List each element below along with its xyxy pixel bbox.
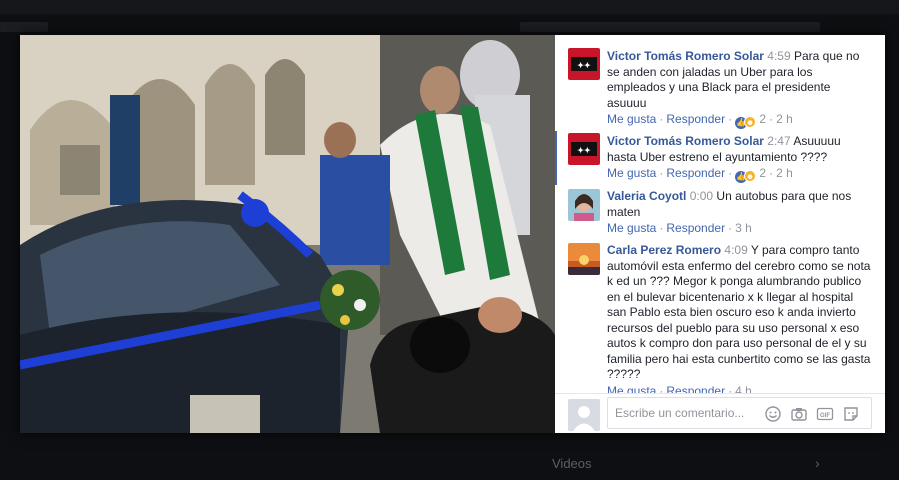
camera-icon[interactable]	[790, 405, 808, 423]
svg-text:GIF: GIF	[820, 413, 830, 419]
comment-author[interactable]: Valeria Coyotl	[607, 189, 686, 203]
like-link[interactable]: Me gusta	[607, 221, 656, 235]
photo-viewer-modal: ✦✦ Victor Tomás Romero Solar 4:59 Para q…	[20, 35, 885, 433]
haha-icon: ☻	[744, 170, 757, 182]
comment-author[interactable]: Carla Perez Romero	[607, 243, 721, 257]
default-avatar-icon	[568, 399, 600, 431]
avatar[interactable]: ✦✦	[568, 133, 600, 165]
comment-text: Y para compro tanto automóvil esta enfer…	[607, 243, 871, 381]
like-link[interactable]: Me gusta	[607, 166, 656, 180]
video-frame-image	[20, 35, 555, 433]
reactions-summary[interactable]: 👍☻ 2	[735, 166, 766, 183]
sticker-icon[interactable]	[842, 405, 860, 423]
comment-item: Carla Perez Romero 4:09 Y para compro ta…	[555, 241, 885, 398]
background-videos-label: Videos	[552, 456, 592, 471]
emoji-icon[interactable]	[764, 405, 782, 423]
haha-icon: ☻	[744, 116, 757, 128]
comment-composer: Escribe un comentario... GIF	[555, 393, 885, 433]
background-header-block	[0, 22, 48, 32]
comment-video-time[interactable]: 4:09	[724, 243, 747, 257]
comment-age[interactable]: 3 h	[735, 221, 752, 235]
avatar[interactable]	[568, 189, 600, 221]
comment-input[interactable]: Escribe un comentario... GIF	[607, 397, 872, 429]
avatar-image-icon: ✦✦	[568, 48, 600, 80]
gif-icon[interactable]: GIF	[816, 405, 834, 423]
avatar[interactable]	[568, 243, 600, 275]
comment-author[interactable]: Victor Tomás Romero Solar	[607, 49, 764, 63]
comment-age[interactable]: 2 h	[776, 112, 793, 126]
avatar[interactable]: ✦✦	[568, 48, 600, 80]
comment-video-time[interactable]: 0:00	[690, 189, 713, 203]
comments-panel: ✦✦ Victor Tomás Romero Solar 4:59 Para q…	[555, 35, 885, 433]
svg-text:✦✦: ✦✦	[577, 146, 591, 155]
chevron-right-icon: ›	[815, 455, 820, 471]
comment-age[interactable]: 2 h	[776, 166, 793, 180]
avatar-image-icon	[568, 243, 600, 275]
comment-item: ✦✦ Victor Tomás Romero Solar 4:59 Para q…	[555, 45, 885, 129]
comment-video-time[interactable]: 2:47	[767, 134, 790, 148]
reply-link[interactable]: Responder	[666, 221, 725, 235]
svg-text:✦✦: ✦✦	[577, 61, 591, 70]
reply-link[interactable]: Responder	[666, 112, 725, 126]
page-top-bar	[0, 0, 899, 14]
comment-item: Valeria Coyotl 0:00 Un autobus para que …	[555, 187, 885, 241]
like-link[interactable]: Me gusta	[607, 112, 656, 126]
avatar-image-icon: ✦✦	[568, 133, 600, 165]
reply-link[interactable]: Responder	[666, 166, 725, 180]
background-header-block	[520, 22, 820, 32]
video-player[interactable]	[20, 35, 555, 433]
comment-video-time[interactable]: 4:59	[767, 49, 790, 63]
comment-item: ✦✦ Victor Tomás Romero Solar 2:47 Asuuuu…	[555, 131, 885, 185]
avatar-image-icon	[568, 189, 600, 221]
avatar	[568, 399, 600, 431]
comment-author[interactable]: Victor Tomás Romero Solar	[607, 134, 764, 148]
reactions-summary[interactable]: 👍☻ 2	[735, 112, 766, 129]
comment-input-placeholder: Escribe un comentario...	[615, 406, 745, 420]
